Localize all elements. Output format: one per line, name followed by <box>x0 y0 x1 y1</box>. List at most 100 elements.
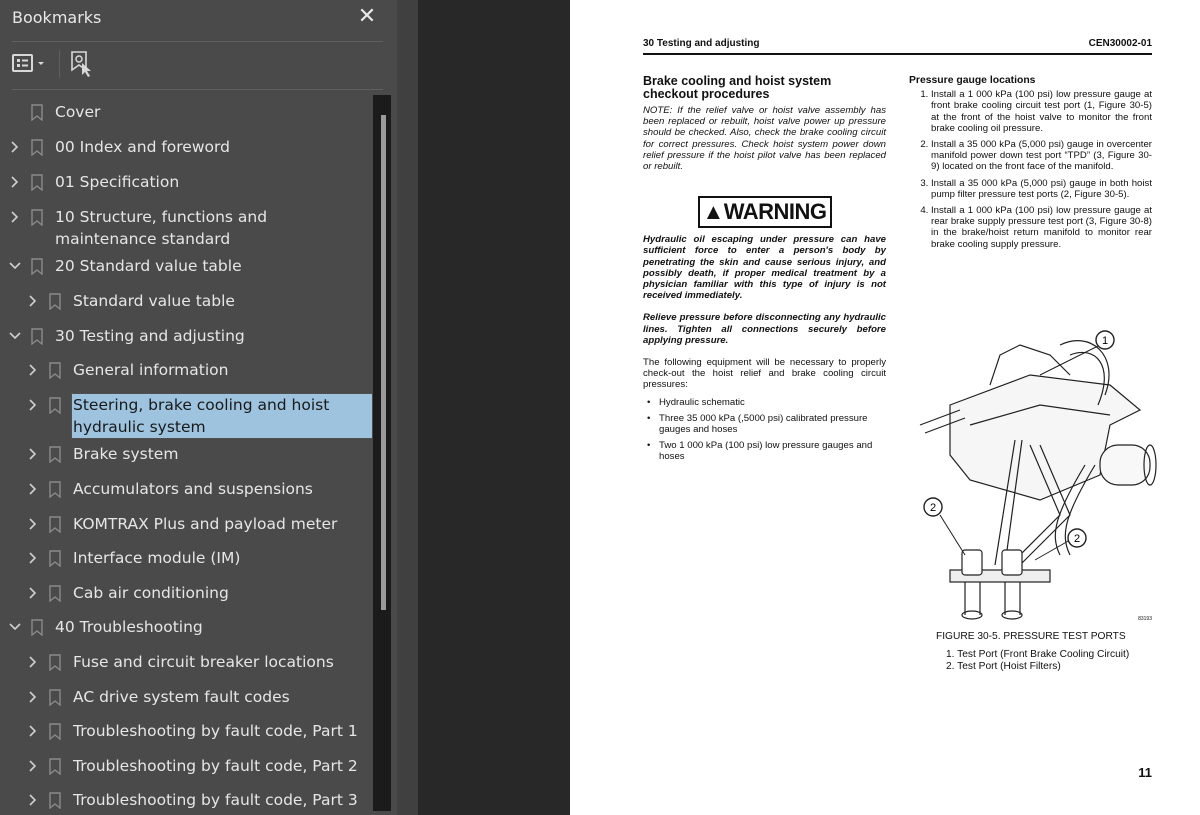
bookmarks-title: Bookmarks <box>12 8 102 27</box>
bookmark-label: KOMTRAX Plus and payload meter <box>73 515 338 533</box>
warning-triangle-icon: ▲ <box>702 199 724 225</box>
bookmark-label: 40 Troubleshooting <box>55 618 203 636</box>
equipment-item: Hydraulic schematic <box>647 397 886 408</box>
bookmark-icon <box>49 723 61 741</box>
page-header-doc-id: CEN30002-01 <box>1088 38 1152 49</box>
chevron-down-icon[interactable] <box>8 325 22 347</box>
bookmark-label: AC drive system fault codes <box>73 688 290 706</box>
bookmark-icon <box>49 758 61 776</box>
chevron-right-icon[interactable] <box>26 443 40 465</box>
bookmark-icon <box>49 654 61 672</box>
chevron-right-icon[interactable] <box>26 755 40 777</box>
steps-list: Install a 1 000 kPa (100 psi) low pressu… <box>909 89 1152 250</box>
close-icon[interactable]: ✕ <box>356 4 378 30</box>
chevron-right-icon[interactable] <box>8 171 22 193</box>
callout-label: 1 <box>1102 335 1108 347</box>
equipment-item: Three 35 000 kPa (,5000 psi) calibrated … <box>647 413 886 435</box>
find-current-bookmark-icon <box>71 51 91 77</box>
figure-caption: FIGURE 30-5. PRESSURE TEST PORTS <box>936 631 1126 642</box>
bookmark-icon <box>49 550 61 568</box>
bookmark-icon <box>31 258 43 276</box>
bookmark-icon <box>49 397 61 415</box>
figure-legend-item: 2. Test Port (Hoist Filters) <box>946 661 1061 672</box>
callout-label: 2 <box>1074 533 1080 545</box>
bookmark-label: Steering, brake cooling and hoist hydrau… <box>71 393 372 439</box>
bookmark-label: Troubleshooting by fault code, Part 2 <box>73 757 358 775</box>
bookmark-label: Fuse and circuit breaker locations <box>73 653 334 671</box>
bookmark-icon <box>49 481 61 499</box>
left-column: Brake cooling and hoist system checkout … <box>643 75 886 468</box>
chevron-right-icon[interactable] <box>26 394 40 416</box>
chevron-right-icon[interactable] <box>26 290 40 312</box>
bookmark-label: Cab air conditioning <box>73 584 229 602</box>
callout-label: 2 <box>930 502 936 514</box>
figure-legend: 1. Test Port (Front Brake Cooling Circui… <box>946 649 1129 673</box>
chevron-down-icon <box>38 62 44 65</box>
bookmarks-header: Bookmarks ✕ <box>0 0 397 40</box>
bookmark-label: 30 Testing and adjusting <box>55 327 245 345</box>
bookmark-label: Brake system <box>73 445 179 463</box>
chevron-right-icon[interactable] <box>26 789 40 811</box>
bookmark-label: General information <box>73 361 229 379</box>
chevron-right-icon[interactable] <box>26 582 40 604</box>
pdf-page: 30 Testing and adjusting CEN30002-01 Bra… <box>570 0 1200 815</box>
chevron-down-icon[interactable] <box>8 616 22 638</box>
right-column: Pressure gauge locations Install a 1 000… <box>909 75 1152 255</box>
page-header-section: 30 Testing and adjusting <box>643 38 760 49</box>
bookmark-icon <box>31 139 43 157</box>
bookmark-tree: Cover 00 Index and foreword 01 Specificati… <box>0 95 372 815</box>
warning-text-2: Relieve pressure before disconnecting an… <box>643 312 886 346</box>
pressure-test-ports-figure: 1 2 2 <box>919 330 1157 620</box>
bookmark-label: 00 Index and foreword <box>55 138 230 156</box>
chevron-right-icon[interactable] <box>26 547 40 569</box>
bookmark-label: 20 Standard value table <box>55 257 242 275</box>
bookmark-options-button[interactable] <box>12 53 52 75</box>
bookmark-icon <box>31 619 43 637</box>
bookmark-icon <box>49 293 61 311</box>
scrollbar-thumb[interactable] <box>381 115 386 610</box>
list-options-icon <box>12 54 44 72</box>
divider <box>12 89 383 90</box>
chevron-right-icon[interactable] <box>26 513 40 535</box>
bookmark-icon <box>31 328 43 346</box>
page-number: 11 <box>1138 765 1152 780</box>
section-title: Brake cooling and hoist system checkout … <box>643 74 832 101</box>
bookmark-icon <box>49 689 61 707</box>
toolbar-separator <box>59 50 60 78</box>
figure-code: 83193 <box>1138 616 1152 622</box>
chevron-right-icon[interactable] <box>26 478 40 500</box>
bookmark-icon <box>49 516 61 534</box>
bookmark-icon <box>31 174 43 192</box>
chevron-right-icon[interactable] <box>26 651 40 673</box>
step-item: Install a 1 000 kPa (100 psi) low pressu… <box>931 205 1152 250</box>
equipment-intro: The following equipment will be necessar… <box>643 357 886 391</box>
find-current-bookmark-button[interactable] <box>70 50 94 78</box>
panel-splitter[interactable] <box>397 0 807 815</box>
step-item: Install a 35 000 kPa (5,000 psi) gauge i… <box>931 178 1152 200</box>
chevron-down-icon[interactable] <box>8 255 22 277</box>
bookmark-icon <box>49 792 61 810</box>
equipment-item: Two 1 000 kPa (100 psi) low pressure gau… <box>647 440 886 462</box>
header-rule <box>643 53 1152 55</box>
bookmarks-panel: Bookmarks ✕ Cover 00 Index and foreword 01… <box>0 0 397 815</box>
bookmark-icon <box>49 585 61 603</box>
warning-label: ▲WARNING <box>697 196 832 229</box>
bookmark-icon <box>31 104 43 122</box>
note-text: NOTE: If the relief valve or hoist valve… <box>643 105 886 173</box>
bookmark-label: Interface module (IM) <box>73 549 241 567</box>
bookmark-label: Accumulators and suspensions <box>73 480 313 498</box>
chevron-right-icon[interactable] <box>8 136 22 158</box>
gauge-locations-title: Pressure gauge locations <box>909 75 1036 86</box>
chevron-right-icon[interactable] <box>8 206 22 228</box>
chevron-right-icon[interactable] <box>26 359 40 381</box>
divider <box>12 41 383 42</box>
chevron-right-icon[interactable] <box>26 686 40 708</box>
equipment-list: Hydraulic schematic Three 35 000 kPa (,5… <box>643 397 886 463</box>
bookmark-label: Troubleshooting by fault code, Part 1 <box>73 722 358 740</box>
bookmark-icon <box>49 362 61 380</box>
bookmark-icon <box>49 446 61 464</box>
bookmark-icon <box>31 209 43 227</box>
figure-legend-item: 1. Test Port (Front Brake Cooling Circui… <box>946 649 1130 660</box>
chevron-right-icon[interactable] <box>26 720 40 742</box>
bookmark-label: Standard value table <box>73 292 235 310</box>
